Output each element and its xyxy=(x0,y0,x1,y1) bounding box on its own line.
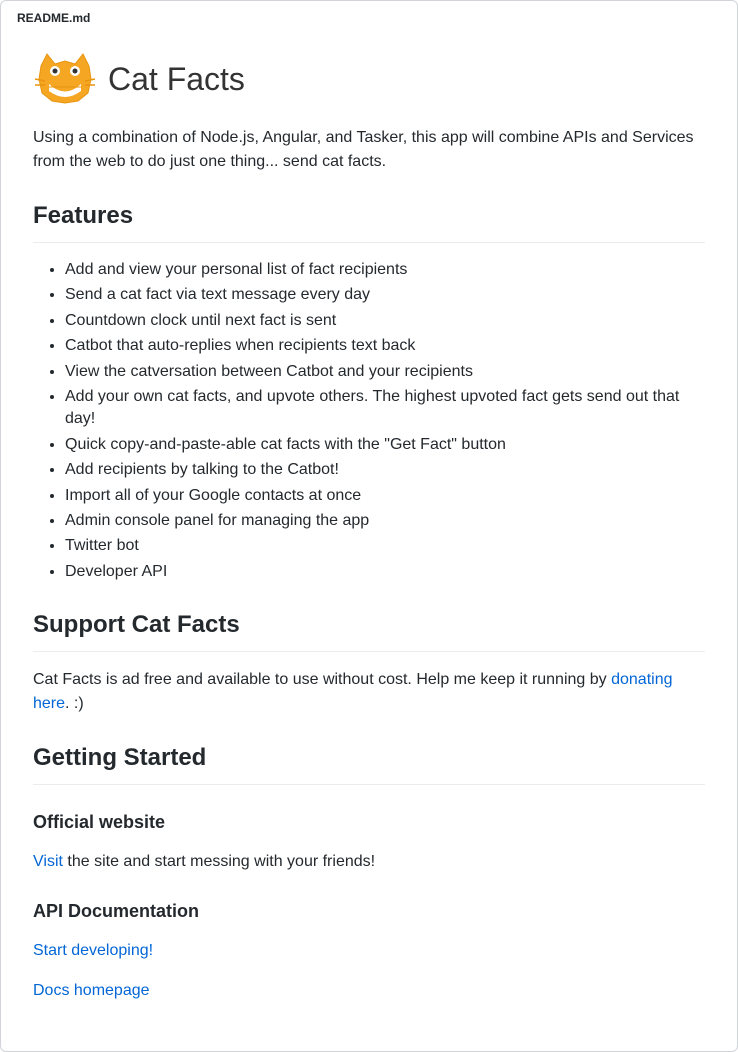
api-docs-link2-para: Docs homepage xyxy=(33,979,705,1003)
official-website-heading: Official website xyxy=(33,809,705,836)
features-heading: Features xyxy=(33,198,705,243)
docs-homepage-link[interactable]: Docs homepage xyxy=(33,982,150,999)
feature-item: Add your own cat facts, and upvote other… xyxy=(65,386,705,431)
readme-container: README.md Cat Facts Using a combination … xyxy=(0,0,738,1052)
api-docs-link1-para: Start developing! xyxy=(33,939,705,963)
feature-item: Admin console panel for managing the app xyxy=(65,510,705,532)
feature-item: Quick copy-and-paste-able cat facts with… xyxy=(65,434,705,456)
api-docs-heading: API Documentation xyxy=(33,898,705,925)
feature-item: Developer API xyxy=(65,561,705,583)
feature-item: Import all of your Google contacts at on… xyxy=(65,485,705,507)
getting-started-heading: Getting Started xyxy=(33,740,705,785)
support-text-after: . :) xyxy=(65,695,84,712)
feature-item: Add recipients by talking to the Catbot! xyxy=(65,459,705,481)
support-text-before: Cat Facts is ad free and available to us… xyxy=(33,671,611,688)
feature-item: Add and view your personal list of fact … xyxy=(65,259,705,281)
features-list: Add and view your personal list of fact … xyxy=(33,259,705,583)
support-text: Cat Facts is ad free and available to us… xyxy=(33,668,705,716)
logo-title-row: Cat Facts xyxy=(33,51,705,106)
feature-item: Catbot that auto-replies when recipients… xyxy=(65,335,705,357)
readme-content: Cat Facts Using a combination of Node.js… xyxy=(1,35,737,1051)
cat-logo-icon xyxy=(33,51,98,106)
visit-link[interactable]: Visit xyxy=(33,853,63,870)
logo-text: Cat Facts xyxy=(108,55,245,103)
start-developing-link[interactable]: Start developing! xyxy=(33,942,153,959)
feature-item: Send a cat fact via text message every d… xyxy=(65,284,705,306)
feature-item: Countdown clock until next fact is sent xyxy=(65,310,705,332)
feature-item: View the catversation between Catbot and… xyxy=(65,361,705,383)
readme-filename: README.md xyxy=(1,1,737,35)
feature-item: Twitter bot xyxy=(65,535,705,557)
official-website-text-after: the site and start messing with your fri… xyxy=(63,853,375,870)
project-description: Using a combination of Node.js, Angular,… xyxy=(33,126,705,174)
official-website-text: Visit the site and start messing with yo… xyxy=(33,850,705,874)
support-heading: Support Cat Facts xyxy=(33,607,705,652)
